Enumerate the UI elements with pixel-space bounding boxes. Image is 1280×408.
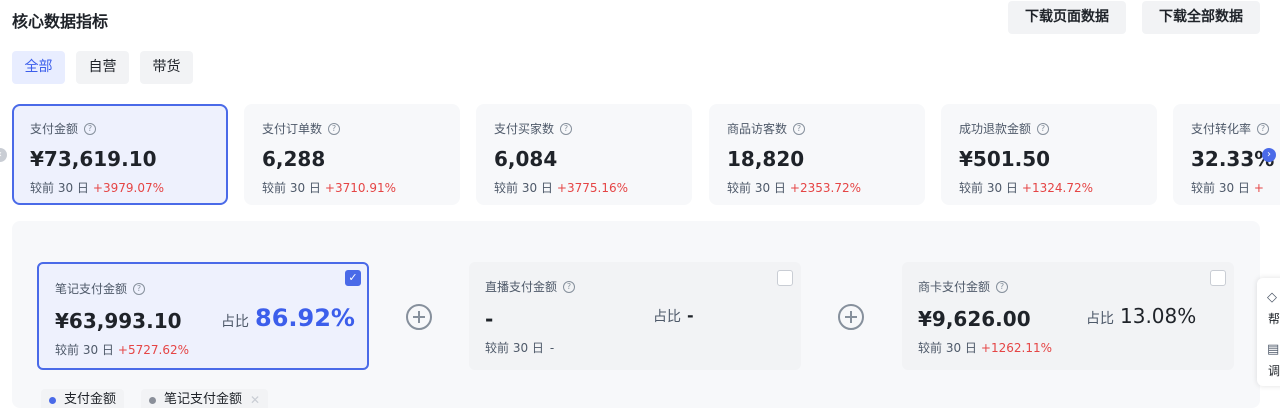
metric-value: 6,288 [262,147,326,171]
metric-label: 成功退款金额 [959,122,1032,136]
metric-value: 6,084 [494,147,558,171]
help-label[interactable]: 帮 [1268,310,1280,327]
breakdown-label: 笔记支付金额 [55,282,128,296]
ratio-value: - [687,306,694,325]
metric-card-buyers[interactable]: 支付买家数? 6,084 较前 30 日 +3775.16% [476,104,692,205]
change-value: +3775.16% [556,181,628,195]
legend-chip-note-payment[interactable]: 笔记支付金额 ✕ [141,389,269,408]
compare-label: 较前 30 日 [959,181,1018,195]
metric-label: 支付金额 [30,122,79,136]
change-value: +1324.72% [1021,181,1093,195]
page-title: 核心数据指标 [12,12,109,31]
ratio-label: 占比 [221,314,249,330]
breakdown-card-live-payment[interactable]: 直播支付金额? - 较前 30 日- 占比 - [469,262,801,370]
breakdown-value: - [485,307,494,331]
legend-label: 笔记支付金额 [164,392,243,407]
breakdown-label: 直播支付金额 [485,280,558,294]
legend-chip-payment-amount[interactable]: 支付金额 [41,389,125,408]
change-value: - [549,341,555,355]
compare-label: 较前 30 日 [1191,181,1250,195]
compare-label: 较前 30 日 [262,181,321,195]
scroll-right-icon[interactable]: › [1262,148,1276,162]
tab-self-operated[interactable]: 自营 [76,51,129,84]
download-all-data-button[interactable]: 下载全部数据 [1142,1,1260,34]
compare-label: 较前 30 日 [485,341,544,355]
metric-label: 支付买家数 [494,122,555,136]
ratio-value: 13.08% [1120,304,1197,328]
help-icon[interactable]: ? [563,280,576,293]
breakdown-card-product-card-payment[interactable]: 商卡支付金额? ¥9,626.00 较前 30 日 +1262.11% 占比 13… [902,262,1234,370]
legend-dot-icon [49,396,56,404]
metric-value: 18,820 [727,147,805,171]
breakdown-label: 商卡支付金额 [918,280,991,294]
help-icon[interactable]: ? [328,122,341,135]
metric-label: 支付订单数 [262,122,323,136]
legend-dot-icon [149,396,156,404]
metric-value: ¥73,619.10 [30,147,157,171]
change-value: +3979.07% [92,181,164,195]
compare-label: 较前 30 日 [494,181,553,195]
metric-card-payment-amount[interactable]: 支付金额? ¥73,619.10 较前 30 日 +3979.07% [12,104,228,205]
compare-label: 较前 30 日 [30,181,89,195]
ratio-label: 占比 [1086,311,1114,327]
compare-label: 较前 30 日 [918,341,977,355]
plus-icon [406,304,432,330]
plus-icon [838,304,864,330]
adjust-label[interactable]: 调 [1268,362,1280,379]
tab-all[interactable]: 全部 [12,51,65,84]
change-value: +1262.11% [980,341,1052,355]
help-icon[interactable]: ? [84,122,97,135]
change-value: +3710.91% [324,181,396,195]
tab-affiliate[interactable]: 带货 [140,51,193,84]
download-page-data-button[interactable]: 下载页面数据 [1008,1,1126,34]
help-center-icon[interactable]: ◇ [1267,290,1277,305]
ratio-label: 占比 [653,309,681,325]
metric-label: 商品访客数 [727,122,788,136]
scroll-left-icon[interactable]: ‹ [0,148,7,162]
change-value: +5727.62% [117,343,189,357]
ratio-value: 86.92% [255,304,355,332]
help-icon[interactable]: ? [1257,122,1270,135]
checkbox-checked[interactable]: ✓ [345,270,361,286]
metric-card-orders[interactable]: 支付订单数? 6,288 较前 30 日 +3710.91% [244,104,460,205]
change-value: +2353.72% [789,181,861,195]
help-icon[interactable]: ? [793,122,806,135]
help-icon[interactable]: ? [1037,122,1050,135]
metric-card-refund-amount[interactable]: 成功退款金额? ¥501.50 较前 30 日 +1324.72% [941,104,1157,205]
metric-label: 支付转化率 [1191,122,1252,136]
help-icon[interactable]: ? [133,282,146,295]
floating-toolbar: ◇ 帮 ▤ 调 [1257,278,1280,386]
compare-label: 较前 30 日 [727,181,786,195]
legend-label: 支付金额 [64,392,117,407]
metric-value: ¥501.50 [959,147,1051,171]
help-icon[interactable]: ? [560,122,573,135]
survey-icon[interactable]: ▤ [1267,342,1279,357]
compare-label: 较前 30 日 [55,343,114,357]
breakdown-card-note-payment[interactable]: 笔记支付金额? ¥63,993.10 较前 30 日 +5727.62% 占比 8… [37,262,369,370]
change-value: + [1253,181,1264,195]
metric-card-visitors[interactable]: 商品访客数? 18,820 较前 30 日 +2353.72% [709,104,925,205]
checkbox-unchecked[interactable] [1210,270,1226,286]
help-icon[interactable]: ? [996,280,1009,293]
close-icon[interactable]: ✕ [250,389,260,408]
checkbox-unchecked[interactable] [777,270,793,286]
